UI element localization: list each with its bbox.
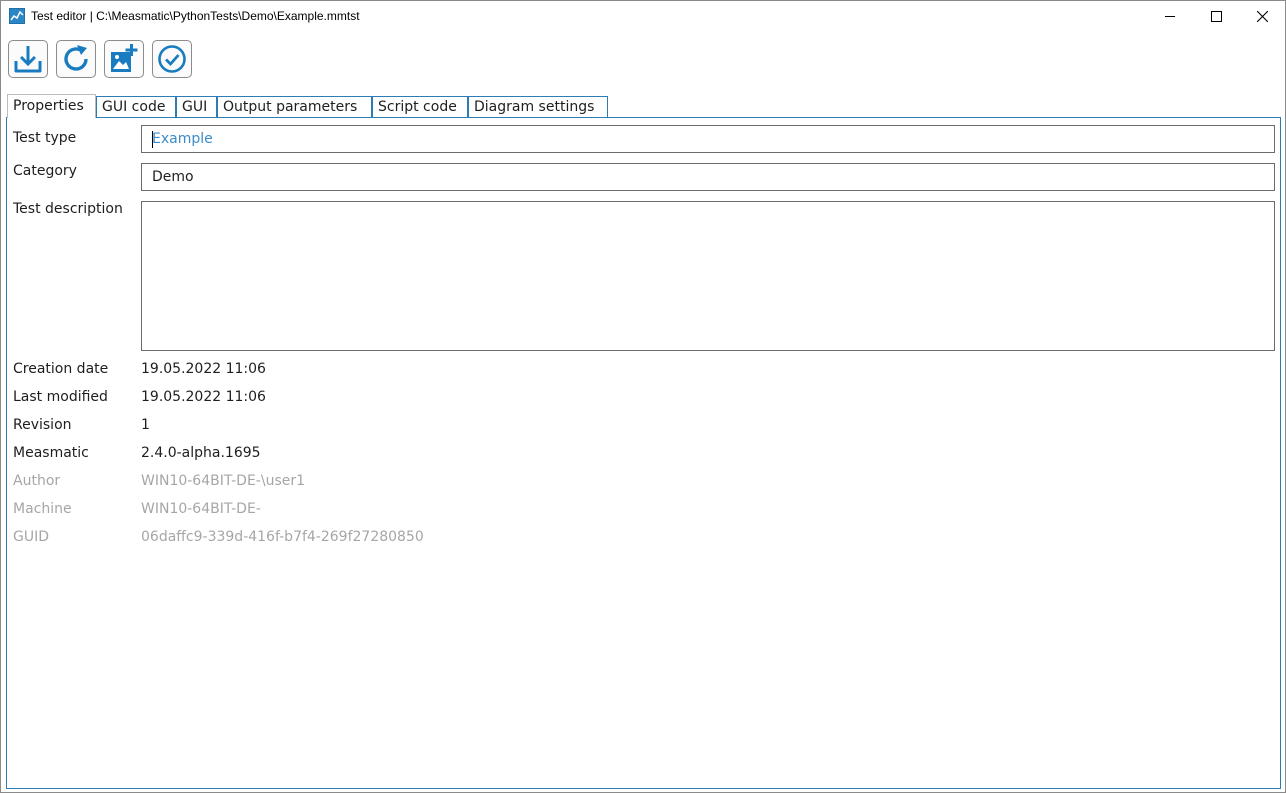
minimize-button[interactable] <box>1147 1 1193 32</box>
window-title: Test editor | C:\Measmatic\PythonTests\D… <box>31 9 360 23</box>
maximize-icon <box>1211 11 1222 22</box>
revision-value: 1 <box>141 417 150 433</box>
tab-output-parameters[interactable]: Output parameters <box>217 96 372 117</box>
revision-label: Revision <box>13 417 72 433</box>
guid-value: 06daffc9-339d-416f-b7f4-269f27280850 <box>141 529 424 545</box>
maximize-button[interactable] <box>1193 1 1239 32</box>
author-label: Author <box>13 473 61 489</box>
tab-diagram-settings[interactable]: Diagram settings <box>468 96 608 117</box>
close-icon <box>1257 11 1268 22</box>
test-type-input[interactable]: Example <box>141 125 1275 153</box>
minimize-icon <box>1165 16 1175 17</box>
reload-button[interactable] <box>56 40 96 78</box>
creation-date-label: Creation date <box>13 361 109 377</box>
test-description-label: Test description <box>13 201 123 217</box>
close-button[interactable] <box>1239 1 1285 32</box>
test-description-textarea[interactable] <box>141 201 1275 351</box>
author-value: WIN10-64BIT-DE-\user1 <box>141 473 306 489</box>
creation-date-value: 19.05.2022 11:06 <box>141 361 266 377</box>
tab-script-code[interactable]: Script code <box>372 96 468 117</box>
machine-label: Machine <box>13 501 72 517</box>
test-type-label: Test type <box>13 130 77 146</box>
test-type-value: Example <box>152 131 213 147</box>
last-modified-value: 19.05.2022 11:06 <box>141 389 266 405</box>
test-editor-window: Test editor | C:\Measmatic\PythonTests\D… <box>0 0 1286 793</box>
add-image-icon <box>111 44 138 72</box>
tab-gui[interactable]: GUI <box>176 96 217 117</box>
tab-gui-code[interactable]: GUI code <box>96 96 176 117</box>
machine-value: WIN10-64BIT-DE- <box>141 501 261 517</box>
check-circle-icon <box>158 45 186 73</box>
download-icon <box>14 46 42 73</box>
tab-properties[interactable]: Properties <box>7 94 96 118</box>
validate-button[interactable] <box>152 40 192 78</box>
last-modified-label: Last modified <box>13 389 108 405</box>
category-value: Demo <box>152 169 194 185</box>
measmatic-version-value: 2.4.0-alpha.1695 <box>141 445 261 461</box>
app-chart-icon <box>9 8 25 24</box>
category-input[interactable]: Demo <box>141 163 1275 191</box>
category-label: Category <box>13 163 77 179</box>
measmatic-version-label: Measmatic <box>13 445 89 461</box>
refresh-icon <box>64 45 88 71</box>
text-caret <box>152 131 153 148</box>
save-button[interactable] <box>8 40 48 78</box>
title-bar: Test editor | C:\Measmatic\PythonTests\D… <box>1 1 1285 32</box>
add-image-button[interactable] <box>104 40 144 78</box>
guid-label: GUID <box>13 529 50 545</box>
